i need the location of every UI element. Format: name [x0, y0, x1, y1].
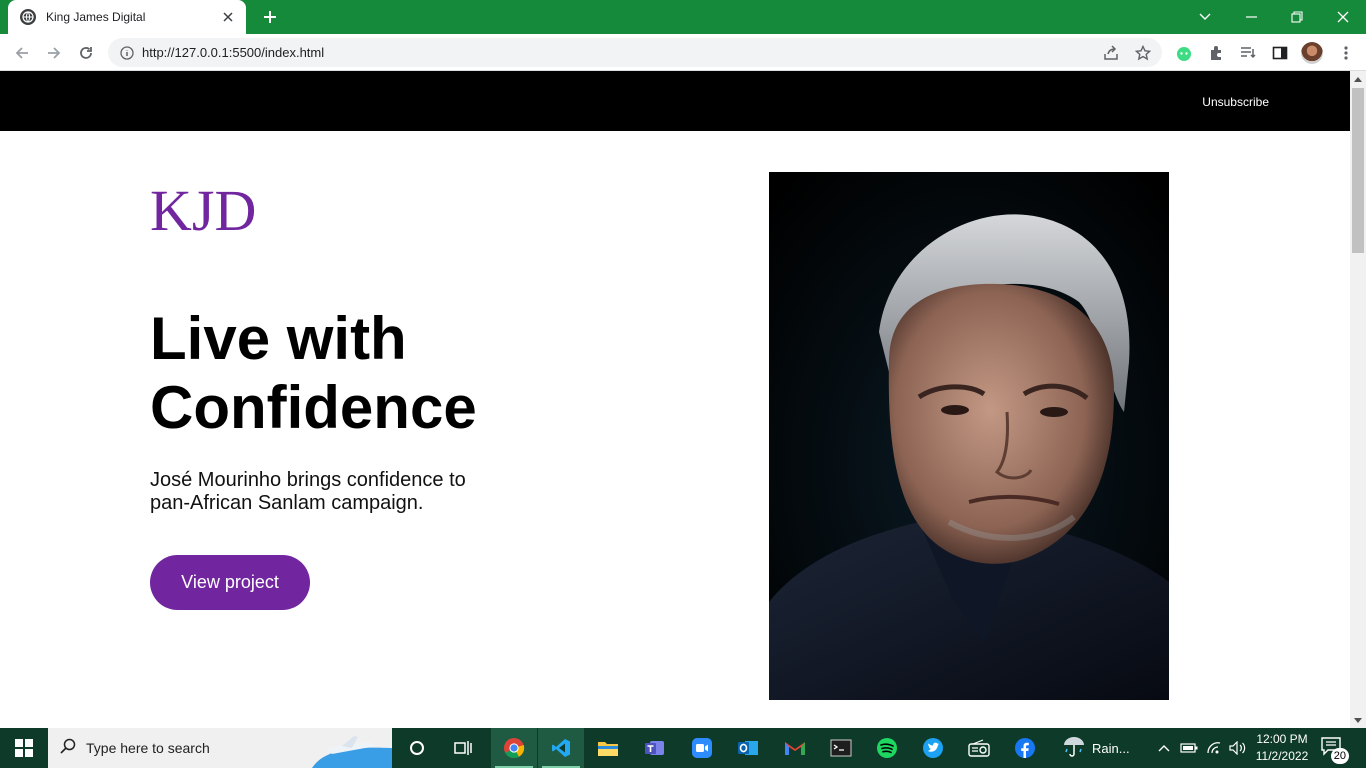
windows-start-icon[interactable]: [0, 728, 48, 768]
scroll-up-arrow-icon[interactable]: [1350, 71, 1366, 87]
logo-text: KJD: [150, 178, 256, 243]
globe-icon: [20, 9, 36, 25]
headline-line-2: Confidence: [150, 374, 477, 441]
taskbar-search-box[interactable]: Type here to search: [48, 728, 392, 768]
headline: Live with Confidence: [150, 304, 570, 442]
windows-taskbar: Type here to search Rain... 12:00 PM 11/…: [0, 728, 1366, 768]
teams-icon[interactable]: [632, 728, 678, 768]
hero-subtext: José Mourinho brings confidence to pan-A…: [150, 469, 466, 514]
bookmark-star-icon[interactable]: [1130, 40, 1156, 66]
browser-tab[interactable]: King James Digital: [8, 0, 246, 34]
view-project-button[interactable]: View project: [150, 555, 310, 610]
notification-count-badge: 20: [1330, 748, 1349, 764]
minimize-icon[interactable]: [1228, 0, 1274, 34]
extensions-puzzle-icon[interactable]: [1202, 39, 1230, 67]
tab-title: King James Digital: [46, 10, 146, 24]
browser-title-bar: King James Digital: [0, 0, 1366, 34]
terminal-icon[interactable]: [818, 728, 864, 768]
reload-icon[interactable]: [72, 39, 100, 67]
show-hidden-icons-chevron-icon[interactable]: [1156, 728, 1172, 768]
zoom-icon[interactable]: [679, 728, 725, 768]
unsubscribe-link[interactable]: Unsubscribe: [1202, 95, 1269, 109]
clock-time: 12:00 PM: [1256, 732, 1308, 746]
back-icon[interactable]: [8, 39, 36, 67]
scroll-thumb[interactable]: [1352, 88, 1364, 253]
wifi-icon[interactable]: [1204, 728, 1224, 768]
weather-widget[interactable]: Rain...: [1062, 728, 1152, 768]
close-window-icon[interactable]: [1320, 0, 1366, 34]
twitter-icon[interactable]: [910, 728, 956, 768]
radio-app-icon[interactable]: [956, 728, 1002, 768]
battery-icon[interactable]: [1178, 728, 1200, 768]
share-icon[interactable]: [1098, 40, 1124, 66]
system-clock[interactable]: 12:00 PM 11/2/2022: [1252, 731, 1312, 765]
weather-text: Rain...: [1092, 740, 1130, 756]
search-icon: [60, 738, 76, 759]
site-info-icon[interactable]: [120, 45, 134, 60]
side-panel-icon[interactable]: [1266, 39, 1294, 67]
rain-umbrella-icon: [1062, 735, 1086, 762]
file-explorer-icon[interactable]: [585, 728, 631, 768]
tab-search-icon[interactable]: [1182, 0, 1228, 34]
new-tab-button[interactable]: [258, 6, 282, 28]
vscode-taskbar-icon[interactable]: [538, 728, 584, 768]
page-viewport: Unsubscribe KJD Live with Confidence Jos…: [0, 71, 1350, 728]
outlook-icon[interactable]: [725, 728, 771, 768]
chrome-taskbar-icon[interactable]: [491, 728, 537, 768]
browser-toolbar: http://127.0.0.1:5500/index.html: [0, 34, 1366, 71]
spotify-icon[interactable]: [864, 728, 910, 768]
url-text: http://127.0.0.1:5500/index.html: [142, 45, 325, 60]
search-placeholder: Type here to search: [86, 740, 210, 756]
extension-android-icon[interactable]: [1170, 39, 1198, 67]
search-highlight-airplane-icon: [312, 728, 392, 768]
close-tab-icon[interactable]: [220, 9, 236, 25]
headline-line-1: Live with: [150, 305, 407, 372]
site-header: Unsubscribe: [0, 71, 1350, 131]
cortana-icon[interactable]: [394, 728, 440, 768]
task-view-icon[interactable]: [440, 728, 486, 768]
gmail-icon[interactable]: [772, 728, 818, 768]
page-scrollbar[interactable]: [1350, 71, 1366, 728]
browser-menu-icon[interactable]: [1332, 39, 1360, 67]
profile-avatar[interactable]: [1301, 42, 1323, 64]
clock-date: 11/2/2022: [1255, 749, 1309, 763]
restore-icon[interactable]: [1274, 0, 1320, 34]
kjd-logo: KJD: [150, 172, 280, 252]
notification-center-icon[interactable]: 20: [1320, 736, 1349, 764]
volume-icon[interactable]: [1227, 728, 1249, 768]
forward-icon[interactable]: [40, 39, 68, 67]
reading-list-icon[interactable]: [1234, 39, 1262, 67]
scroll-down-arrow-icon[interactable]: [1350, 712, 1366, 728]
address-bar[interactable]: http://127.0.0.1:5500/index.html: [108, 38, 1162, 67]
hero-portrait-photo: [769, 172, 1169, 700]
facebook-icon[interactable]: [1002, 728, 1048, 768]
